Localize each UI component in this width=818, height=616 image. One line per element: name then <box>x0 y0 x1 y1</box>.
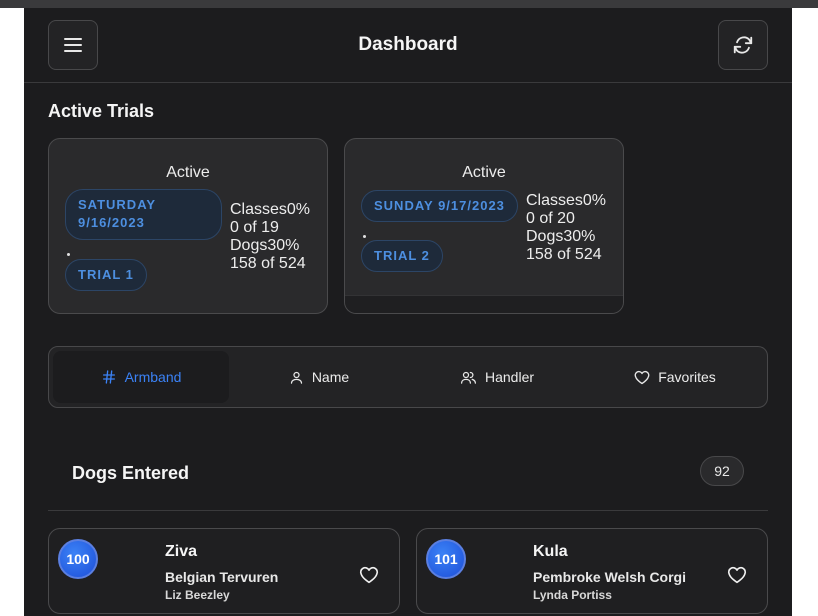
trial-stats: Classes0% 0 of 20 Dogs30% 158 of 524 <box>526 192 606 264</box>
heart-icon <box>359 566 379 584</box>
trial-card-saturday[interactable]: Active SATURDAY 9/16/2023 TRIAL 1 Classe… <box>48 138 328 314</box>
hash-icon <box>102 370 115 384</box>
heart-icon <box>727 566 747 584</box>
dog-name: Kula <box>533 543 568 560</box>
trial-stats: Classes0% 0 of 19 Dogs30% 158 of 524 <box>230 201 310 273</box>
dog-handler: Liz Beezley <box>165 588 230 602</box>
dogs-entered-heading: Dogs Entered <box>72 463 190 483</box>
armband-badge: 100 <box>58 539 98 579</box>
tab-label: Favorites <box>658 369 716 385</box>
dogs-progress: Dogs30% <box>526 228 596 245</box>
trial-number-pill: TRIAL 1 <box>65 259 147 291</box>
browser-top-strip <box>0 0 818 8</box>
dogs-count: 158 of 524 <box>230 255 306 272</box>
trial-number-pill: TRIAL 2 <box>361 240 443 272</box>
classes-progress: Classes0% <box>230 201 311 218</box>
card-footer <box>345 295 623 313</box>
trial-card-sunday[interactable]: Active SUNDAY 9/17/2023 TRIAL 2 Classes0… <box>344 138 624 314</box>
person-icon <box>290 371 302 384</box>
page-title: Dashboard <box>358 34 458 55</box>
tab-handler[interactable]: Handler <box>409 351 585 403</box>
people-icon <box>460 371 476 384</box>
armband-badge: 101 <box>426 539 466 579</box>
dogs-count-badge: 92 <box>700 456 744 486</box>
trial-date-pill: SATURDAY 9/16/2023 <box>65 189 222 240</box>
tab-label: Name <box>311 369 350 385</box>
dog-breed: Pembroke Welsh Corgi <box>533 569 687 585</box>
trial-status: Active <box>166 164 210 181</box>
heart-icon <box>634 370 650 384</box>
dog-breed: Belgian Tervuren <box>165 569 279 585</box>
trial-status: Active <box>462 164 506 181</box>
dogs-progress: Dogs30% <box>230 237 300 254</box>
dogs-count: 158 of 524 <box>526 246 602 263</box>
separator-dot <box>67 253 70 256</box>
trial-date-pill: SUNDAY 9/17/2023 <box>361 190 518 222</box>
favorite-button[interactable] <box>357 563 381 587</box>
active-trials-heading: Active Trials <box>48 101 155 121</box>
trial-date-day: 9/16/2023 <box>78 215 145 230</box>
section-divider <box>48 510 768 511</box>
tab-armband[interactable]: Armband <box>53 351 229 403</box>
classes-progress: Classes0% <box>526 192 607 209</box>
trial-date-weekday: SATURDAY <box>78 197 157 212</box>
dashboard-app: Dashboard Active Trials Active SATURDAY … <box>24 8 792 616</box>
classes-count: 0 of 20 <box>526 210 575 227</box>
dog-card[interactable]: 100 Ziva Belgian Tervuren Liz Beezley <box>48 528 400 614</box>
classes-count: 0 of 19 <box>230 219 279 236</box>
refresh-button[interactable] <box>718 20 768 70</box>
tab-label: Handler <box>484 369 535 385</box>
dog-handler: Lynda Portiss <box>533 588 612 602</box>
refresh-icon <box>733 36 753 54</box>
separator-dot <box>363 235 366 238</box>
sort-tabs: Armband Name Handler Favorites <box>48 346 768 408</box>
header-bar: Dashboard <box>24 8 792 83</box>
favorite-button[interactable] <box>725 563 749 587</box>
tab-label: Armband <box>124 369 182 385</box>
dog-card[interactable]: 101 Kula Pembroke Welsh Corgi Lynda Port… <box>416 528 768 614</box>
tab-name[interactable]: Name <box>231 351 407 403</box>
tab-favorites[interactable]: Favorites <box>587 351 763 403</box>
dog-name: Ziva <box>165 543 198 560</box>
